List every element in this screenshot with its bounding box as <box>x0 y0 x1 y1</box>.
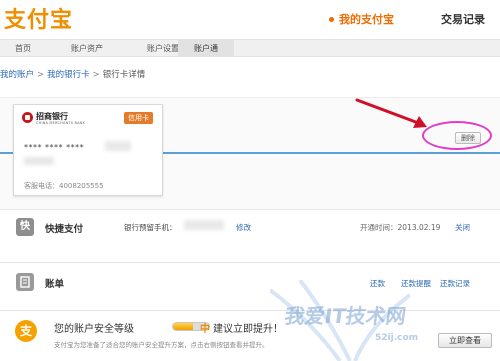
annotation-arrow-icon <box>355 98 427 128</box>
alipay-logo[interactable]: 支付宝 <box>4 2 73 34</box>
reserved-phone-blur <box>184 220 224 230</box>
breadcrumb: 我的账户 > 我的银行卡 > 银行卡详情 <box>0 68 145 80</box>
security-description: 支付宝为您准备了适合您的账户安全提升方案，点击右侧按钮查看并提升。 <box>54 341 269 349</box>
bank-name-english: CHINA MERCHANTS BANK <box>36 121 85 125</box>
bill-icon <box>16 273 34 291</box>
security-level-value: 中 <box>200 324 210 335</box>
nav-my-alipay[interactable]: 我的支付宝 <box>339 11 394 27</box>
breadcrumb-current: 银行卡详情 <box>102 70 146 80</box>
card-number-blur <box>105 141 131 151</box>
bank-logo-icon <box>22 112 33 123</box>
repay-record-link[interactable]: 还款记录 <box>440 278 470 289</box>
alipay-security-icon: 支 <box>15 320 37 342</box>
open-time: 开通时间：2013.02.19 <box>360 223 441 232</box>
card-holder-blur <box>24 157 54 165</box>
modify-phone-link[interactable]: 修改 <box>236 222 251 233</box>
card-type-badge: 信用卡 <box>124 112 153 124</box>
card-number: **** **** **** <box>24 143 85 152</box>
tab-bar: 首页 账户资产 账户设置 账户通 <box>0 39 500 57</box>
tab-account-pass[interactable]: 账户通 <box>178 40 234 57</box>
close-quick-pay-link[interactable]: 关闭 <box>455 222 470 233</box>
reserved-phone-label: 银行预留手机： <box>124 223 177 232</box>
annotation-circle <box>422 121 492 150</box>
security-level-fill <box>173 323 193 330</box>
watermark-domain: 52ij.com <box>375 333 419 343</box>
bill-title: 账单 <box>45 279 65 290</box>
breadcrumb-my-bank-cards[interactable]: 我的银行卡 <box>47 70 90 80</box>
nav-trade-records[interactable]: 交易记录 <box>441 11 485 27</box>
service-phone: 客服电话：4008205555 <box>24 182 104 190</box>
breadcrumb-my-account[interactable]: 我的账户 <box>0 70 34 80</box>
quick-pay-title: 快捷支付 <box>45 224 84 235</box>
security-row <box>0 310 500 361</box>
watermark-text: 我爱IT技术网 <box>283 304 408 328</box>
header: 支付宝 我的支付宝 交易记录 <box>0 0 500 38</box>
view-now-button[interactable]: 立即查看 <box>438 333 492 348</box>
tab-home[interactable]: 首页 <box>0 40 46 57</box>
tab-account-assets[interactable]: 账户资产 <box>46 40 128 57</box>
active-nav-indicator <box>329 17 334 22</box>
breadcrumb-separator: > <box>92 70 100 80</box>
security-level-label: 您的账户安全等级 <box>54 324 134 335</box>
bank-card: 招商银行 CHINA MERCHANTS BANK 信用卡 **** **** … <box>13 104 163 196</box>
quick-pay-icon: 快 <box>16 218 34 236</box>
breadcrumb-separator: > <box>37 70 45 80</box>
